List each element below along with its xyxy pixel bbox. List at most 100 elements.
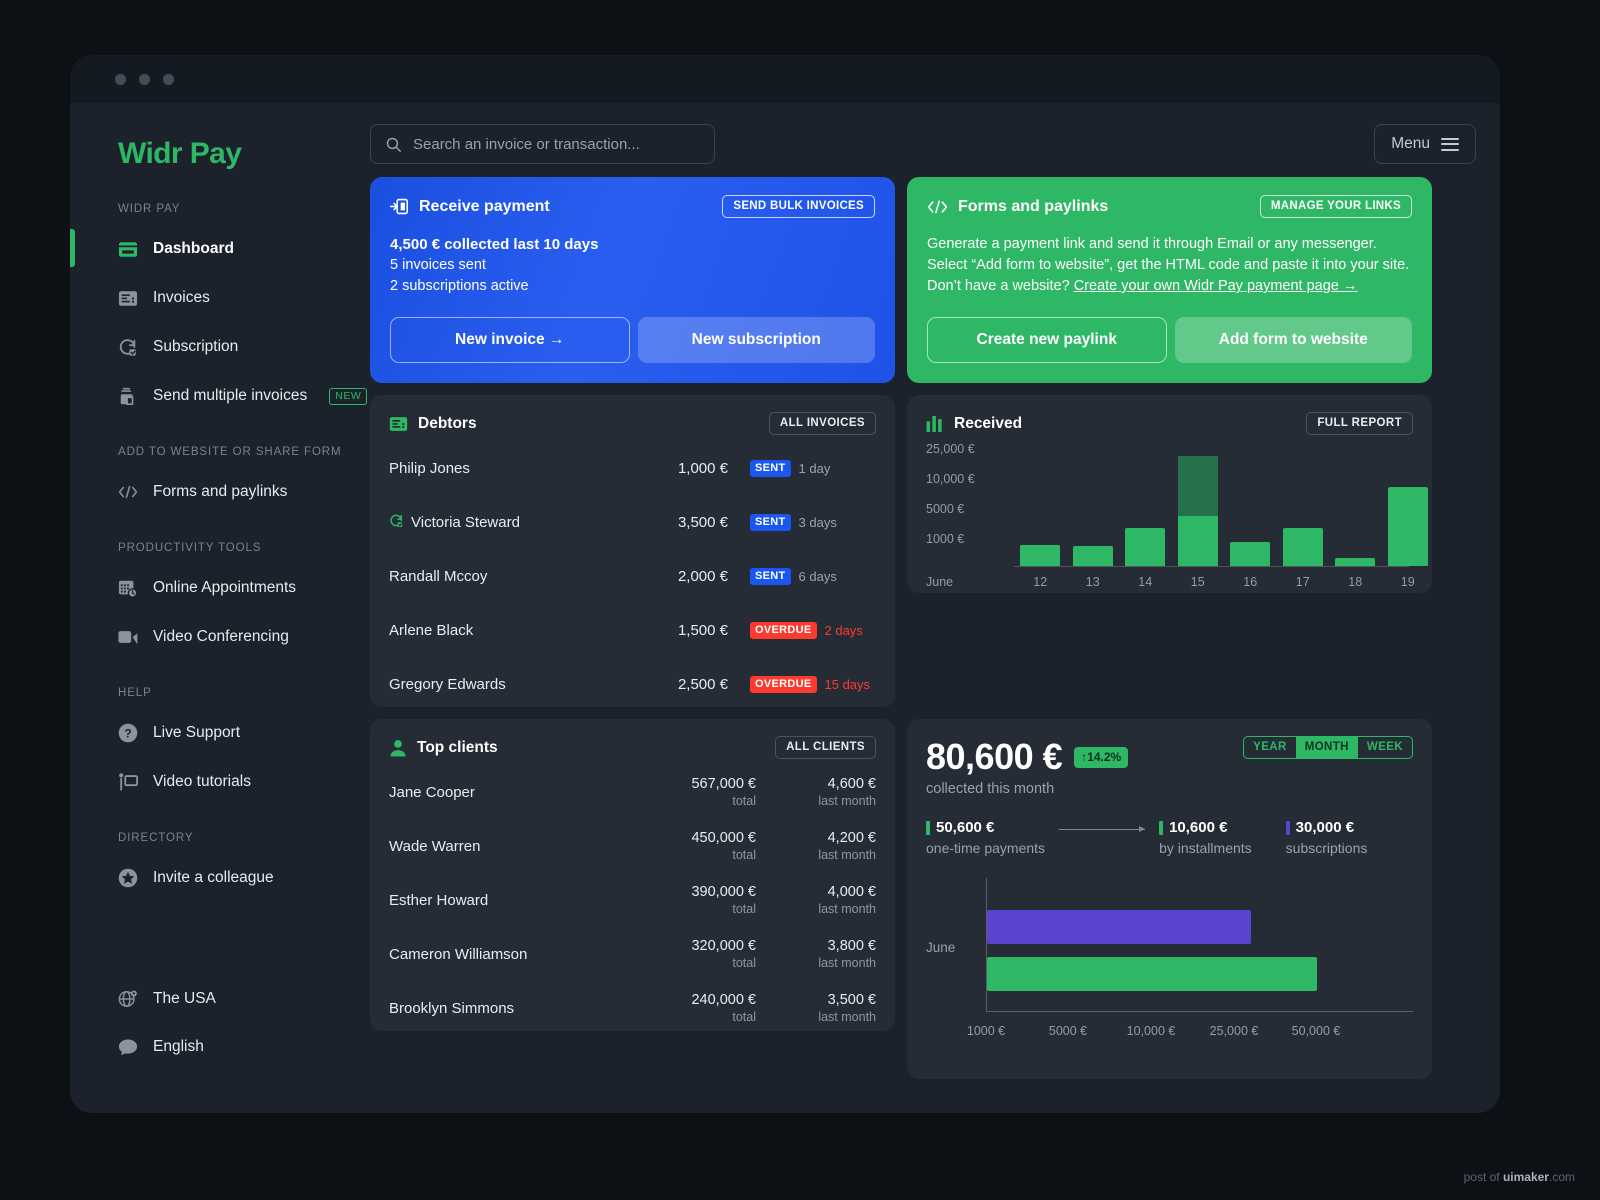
received-bar[interactable] (1177, 456, 1218, 566)
received-panel: Received FULL REPORT 1000 € 5000 € 10,000 … (907, 395, 1432, 593)
client-row[interactable]: Wade Warren 450,000 € total 4,200 € last mon… (389, 819, 876, 873)
sidebar-item-live-support[interactable]: ? Live Support (70, 713, 370, 753)
received-bar[interactable] (1230, 541, 1271, 566)
manage-your-links-button[interactable]: MANAGE YOUR LINKS (1259, 195, 1412, 218)
menu-button[interactable]: Menu (1374, 124, 1476, 164)
sidebar-footer-item-the-usa[interactable]: The USA (70, 979, 370, 1019)
window-dot-minimize[interactable] (139, 73, 150, 85)
create-payment-page-link[interactable]: Create your own Widr Pay payment page → (1074, 278, 1358, 294)
sidebar-item-label: Invoices (153, 289, 210, 306)
all-invoices-button[interactable]: ALL INVOICES (768, 412, 876, 435)
debtor-row[interactable]: Arlene Black 1,500 € OVERDUE 2 days (389, 603, 876, 657)
sidebar-footer-label: The USA (153, 990, 216, 1007)
app-logo[interactable]: Widr Pay (70, 127, 370, 171)
recurring-small-icon (389, 513, 404, 532)
collected-summary-panel: 80,600 € ↑14.2% collected this month YEA… (907, 719, 1432, 1079)
debtor-row[interactable]: Victoria Steward 3,500 € SENT 3 days (389, 495, 876, 549)
receive-payment-icon (390, 198, 409, 215)
debtor-amount: 1,000 € (677, 459, 728, 477)
hchart-category-label: June (926, 940, 956, 955)
client-last-month: 3,800 € last month (756, 937, 876, 971)
receive-payment-title: Receive payment (419, 197, 550, 215)
window-dot-close[interactable] (115, 73, 126, 85)
sidebar-group-label: PRODUCTIVITY TOOLS (118, 542, 262, 554)
range-toggle[interactable]: YEAR MONTH WEEK (1243, 736, 1413, 759)
calendar-clock-icon (118, 578, 138, 598)
debtor-amount: 1,500 € (677, 621, 728, 639)
received-bar[interactable] (1072, 546, 1113, 566)
debtor-row[interactable]: Gregory Edwards 2,500 € OVERDUE 15 days (389, 657, 876, 711)
window-dot-maximize[interactable] (163, 73, 174, 85)
client-name: Brooklyn Simmons (389, 999, 515, 1017)
hchart-bar-payments[interactable] (987, 957, 1317, 991)
received-bar[interactable] (1125, 528, 1166, 566)
stat-color-tick (1285, 820, 1290, 835)
sidebar-footer-label: English (153, 1038, 204, 1055)
sidebar-item-label: Invite a colleague (153, 869, 274, 886)
debtor-age: 2 days (824, 622, 863, 638)
received-x-tick: 17 (1295, 575, 1310, 589)
client-last-month: 4,200 € last month (756, 829, 876, 863)
new-subscription-button[interactable]: New subscription (637, 317, 875, 363)
receive-payment-actions: New invoice → New subscription (390, 317, 875, 363)
range-option-month[interactable]: MONTH (1295, 737, 1358, 758)
search-input[interactable]: Search an invoice or transaction... (370, 124, 715, 164)
sidebar-footer: The USA English (70, 979, 370, 1113)
received-bar[interactable] (1387, 487, 1428, 566)
received-plot-area (1014, 447, 1428, 567)
sidebar-item-invite-a-colleague[interactable]: Invite a colleague (70, 858, 370, 898)
status-badge: SENT (750, 567, 791, 585)
full-report-button[interactable]: FULL REPORT (1306, 412, 1413, 435)
debtor-row[interactable]: Randall Mccoy 2,000 € SENT 6 days (389, 549, 876, 603)
sidebar-item-video-tutorials[interactable]: Video tutorials (70, 762, 370, 802)
summary-stat: 50,600 € one-time payments (926, 819, 1045, 856)
dashboard-card-icon (118, 239, 138, 259)
sidebar-item-online-appointments[interactable]: Online Appointments (70, 568, 370, 608)
all-clients-button[interactable]: ALL CLIENTS (775, 736, 876, 759)
sidebar-item-dashboard[interactable]: Dashboard (70, 229, 370, 269)
sidebar-item-send-multiple-invoices[interactable]: Send multiple invoices NEW (70, 376, 370, 416)
sidebar-item-label: Forms and paylinks (153, 483, 288, 500)
invoice-icon (389, 416, 408, 431)
app-window: Widr Pay WIDR PAY Dashboard Invoices Subscr… (70, 55, 1500, 1113)
client-last-month-caption: last month (818, 1010, 876, 1024)
watermark-prefix: post of (1463, 1170, 1503, 1184)
client-row[interactable]: Esther Howard 390,000 € total 4,000 € last m… (389, 873, 876, 927)
add-form-to-website-button[interactable]: Add form to website (1174, 317, 1412, 363)
send-bulk-invoices-button[interactable]: SEND BULK INVOICES (722, 195, 875, 218)
sidebar-item-subscription[interactable]: Subscription (70, 327, 370, 367)
person-icon (390, 739, 406, 757)
received-bar[interactable] (1282, 528, 1323, 566)
client-total-value: 567,000 € (691, 776, 756, 792)
client-row[interactable]: Brooklyn Simmons 240,000 € total 3,500 € las… (389, 981, 876, 1035)
sidebar-footer-item-english[interactable]: English (70, 1027, 370, 1067)
sidebar-item-invoices[interactable]: Invoices (70, 278, 370, 318)
sidebar-item-forms-and-paylinks[interactable]: Forms and paylinks (70, 472, 370, 512)
window-titlebar (70, 55, 1500, 103)
sidebar-item-label: Video Conferencing (153, 628, 289, 645)
sidebar-nav: WIDR PAY Dashboard Invoices Subscription Sen… (70, 203, 370, 907)
new-invoice-button[interactable]: New invoice → (390, 317, 630, 363)
client-total: 567,000 € total (626, 775, 756, 809)
code-brackets-icon (118, 482, 138, 502)
range-option-year[interactable]: YEAR (1244, 737, 1296, 758)
sidebar-item-video-conferencing[interactable]: Video Conferencing (70, 617, 370, 657)
client-row[interactable]: Cameron Williamson 320,000 € total 3,800 € l… (389, 927, 876, 981)
client-total-caption: total (732, 956, 756, 970)
stat-label: by installments (1159, 840, 1252, 856)
main-content: Search an invoice or transaction... Menu (370, 103, 1500, 1113)
debtor-row[interactable]: Philip Jones 1,000 € SENT 1 day (389, 441, 876, 495)
received-bar[interactable] (1020, 544, 1061, 566)
hamburger-icon (1441, 137, 1459, 151)
create-new-paylink-button[interactable]: Create new paylink (927, 317, 1167, 363)
client-row[interactable]: Jane Cooper 567,000 € total 4,600 € last mon… (389, 765, 876, 819)
hchart-bar-subscriptions[interactable] (987, 910, 1252, 944)
range-option-week[interactable]: WEEK (1358, 737, 1412, 758)
received-bar[interactable] (1335, 558, 1376, 566)
client-total: 240,000 € total (626, 991, 756, 1025)
forms-paylinks-header: Forms and paylinks MANAGE YOUR LINKS (927, 195, 1412, 218)
client-total: 390,000 € total (626, 883, 756, 917)
status-badge: OVERDUE (750, 621, 817, 639)
debtor-name: Gregory Edwards (389, 675, 506, 693)
client-total-caption: total (732, 1010, 756, 1024)
